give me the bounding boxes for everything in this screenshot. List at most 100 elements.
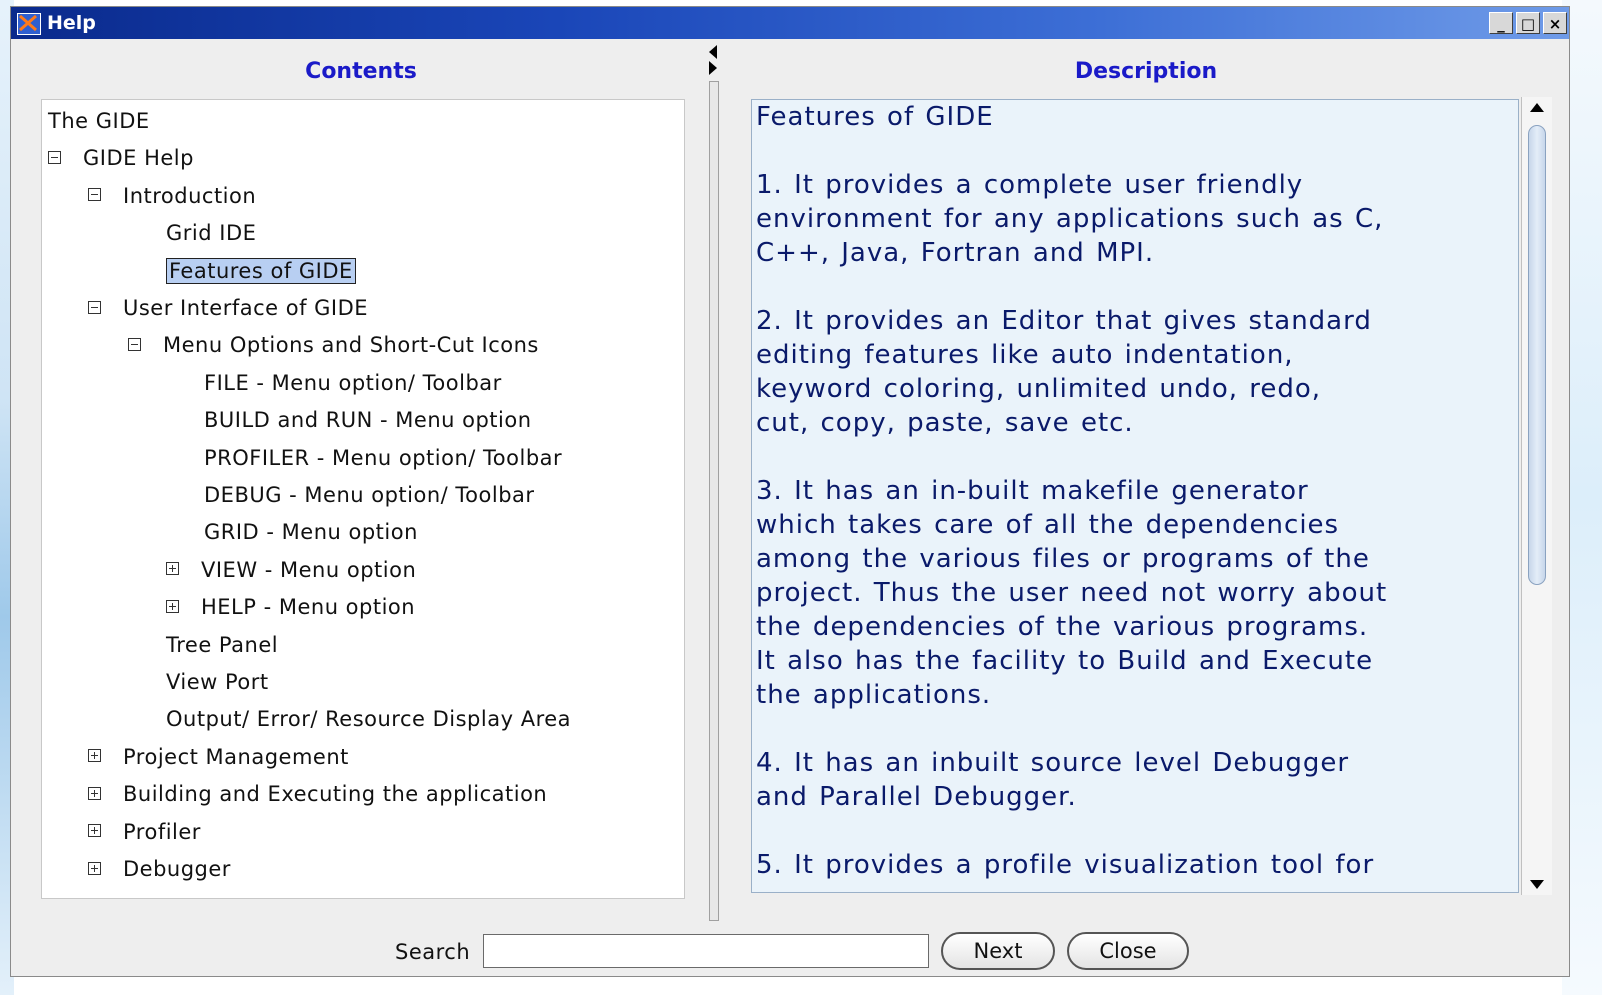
tree-item-label: The GIDE [48, 109, 150, 133]
help-window: Help _ □ × Contents The GIDE GIDE Help Int… [10, 6, 1570, 977]
pane-splitter[interactable] [707, 45, 721, 925]
description-line: environment for any applications such as… [756, 204, 1384, 234]
expand-icon[interactable] [88, 786, 101, 800]
tree-item-label-selected: Features of GIDE [166, 257, 356, 284]
window-controls: _ □ × [1489, 12, 1567, 34]
close-button[interactable]: Close [1067, 932, 1189, 970]
description-line: C++, Java, Fortran and MPI. [756, 238, 1155, 268]
tree-item[interactable]: FILE - Menu option/ Toolbar [204, 366, 502, 400]
tree-item-label: Profiler [123, 819, 201, 844]
next-button[interactable]: Next [941, 932, 1055, 970]
tree-item[interactable]: Tree Panel [166, 628, 278, 662]
tree-item[interactable]: User Interface of GIDE [88, 291, 368, 325]
tree-item[interactable]: Building and Executing the application [88, 777, 547, 811]
expand-icon[interactable] [88, 861, 101, 875]
tree-item-label: Building and Executing the application [123, 782, 548, 807]
description-line: and Parallel Debugger. [756, 782, 1077, 812]
description-line: the applications. [756, 680, 992, 710]
splitter-grip[interactable] [709, 81, 719, 921]
collapse-icon[interactable] [88, 300, 101, 314]
tree-item-label: BUILD and RUN - Menu option [204, 408, 532, 433]
collapse-right-arrow-icon[interactable] [709, 61, 717, 75]
description-line [756, 270, 1516, 304]
tree-item[interactable]: Menu Options and Short-Cut Icons [128, 328, 539, 362]
collapse-icon[interactable] [48, 150, 61, 164]
description-text-area[interactable]: Features of GIDE 1. It provides a complet… [751, 99, 1519, 893]
tree-item[interactable]: HELP - Menu option [166, 590, 415, 624]
tree-item-label: VIEW - Menu option [201, 557, 417, 582]
contents-header: Contents [305, 59, 417, 84]
description-line: project. Thus the user need not worry ab… [756, 578, 1388, 608]
description-line: which takes care of all the dependencies [756, 510, 1340, 540]
tree-item[interactable]: PROFILER - Menu option/ Toolbar [204, 441, 562, 475]
tree-item[interactable]: GIDE Help [48, 141, 194, 175]
tree-item[interactable]: Profiler [88, 815, 201, 849]
scroll-down-arrow-icon[interactable] [1530, 880, 1544, 889]
tree-item[interactable]: Grid IDE [166, 216, 256, 250]
tree-item[interactable]: BUILD and RUN - Menu option [204, 403, 532, 437]
tree-item-label: Debugger [123, 857, 231, 881]
tree-item-label: Introduction [123, 183, 257, 208]
tree-item[interactable]: GRID - Menu option [204, 515, 418, 549]
description-line: keyword coloring, unlimited undo, redo, [756, 374, 1322, 404]
description-line: editing features like auto indentation, [756, 340, 1294, 370]
tree-item[interactable]: Output/ Error/ Resource Display Area [166, 702, 571, 736]
expand-icon[interactable] [88, 824, 101, 838]
tree-item-label: Project Management [123, 744, 349, 769]
minimize-button[interactable]: _ [1489, 12, 1513, 34]
tree-item-label: HELP - Menu option [201, 595, 416, 620]
tree-item-label: View Port [166, 670, 269, 694]
window-title: Help [47, 12, 96, 34]
tree-item[interactable]: DEBUG - Menu option/ Toolbar [204, 478, 535, 512]
expand-icon[interactable] [166, 562, 179, 576]
tree-item[interactable]: View Port [166, 665, 269, 699]
tree-item-label: User Interface of GIDE [123, 296, 369, 320]
description-scrollbar[interactable] [1521, 97, 1552, 895]
tree-item-label: Grid IDE [166, 221, 257, 246]
description-line [756, 134, 1516, 168]
tree-item[interactable]: The GIDE [48, 104, 150, 138]
description-header: Description [1074, 59, 1218, 84]
close-window-button[interactable]: × [1543, 12, 1567, 34]
tree-item-label: FILE - Menu option/ Toolbar [204, 370, 502, 395]
scroll-up-arrow-icon[interactable] [1530, 103, 1544, 112]
description-line: the dependencies of the various programs… [756, 612, 1369, 642]
description-line [756, 440, 1516, 474]
tree-item[interactable]: Features of GIDE [166, 254, 356, 288]
contents-tree: The GIDE GIDE Help Introduction Grid IDE Fea… [41, 99, 685, 899]
description-line: among the various files or programs of t… [756, 544, 1370, 574]
expand-icon[interactable] [88, 749, 101, 763]
tree-item[interactable]: Debugger [88, 852, 231, 886]
scroll-thumb[interactable] [1528, 125, 1546, 585]
tree-item-label: GIDE Help [83, 146, 194, 171]
maximize-button[interactable]: □ [1516, 12, 1540, 34]
tree-item-label: Tree Panel [166, 632, 279, 657]
tree-item[interactable]: Project Management [88, 740, 349, 774]
tree-item[interactable]: Introduction [88, 179, 256, 213]
description-line: Features of GIDE [756, 102, 994, 132]
description-line: cut, copy, paste, save etc. [756, 408, 1134, 438]
tree-item-label: GRID - Menu option [204, 520, 418, 545]
collapse-left-arrow-icon[interactable] [709, 45, 717, 59]
tree-item-label: Output/ Error/ Resource Display Area [166, 707, 572, 732]
description-line [756, 814, 1516, 848]
search-input[interactable] [483, 934, 929, 968]
tree-item-label: Menu Options and Short-Cut Icons [163, 333, 539, 358]
description-line: 3. It has an in-built makefile generator [756, 476, 1309, 506]
title-bar[interactable]: Help _ □ × [11, 7, 1569, 39]
tree-item[interactable]: VIEW - Menu option [166, 553, 416, 587]
tree-item-label: PROFILER - Menu option/ Toolbar [204, 445, 563, 470]
description-pane: Description Features of GIDE 1. It provid… [725, 47, 1567, 925]
description-line: 4. It has an inbuilt source level Debugg… [756, 748, 1350, 778]
description-line: 2. It provides an Editor that gives stan… [756, 306, 1372, 336]
description-line: It also has the facility to Build and Ex… [756, 646, 1374, 676]
tree-item-label: DEBUG - Menu option/ Toolbar [204, 483, 535, 507]
expand-icon[interactable] [166, 599, 179, 613]
description-line [756, 712, 1516, 746]
collapse-icon[interactable] [88, 188, 101, 202]
description-line: 5. It provides a profile visualization t… [756, 850, 1375, 880]
description-line: 1. It provides a complete user friendly [756, 170, 1304, 200]
collapse-icon[interactable] [128, 337, 141, 351]
search-bar: Search Next Close [11, 924, 1569, 976]
search-label: Search [395, 940, 471, 964]
